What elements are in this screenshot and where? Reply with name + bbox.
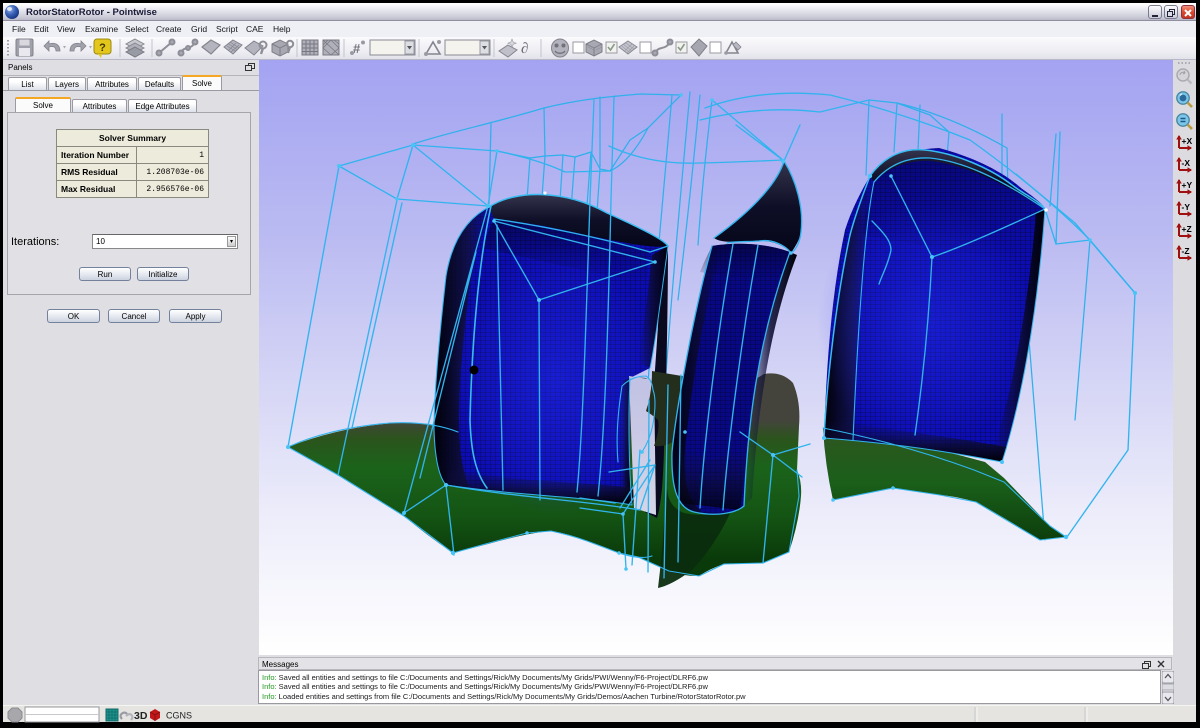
svg-text:+Z: +Z <box>1182 224 1192 234</box>
svg-text:-X: -X <box>1182 158 1191 168</box>
svg-text:-Y: -Y <box>1182 202 1191 212</box>
svg-text:?: ? <box>99 42 106 54</box>
svg-text:+Y: +Y <box>1182 180 1193 190</box>
svg-text:-Z: -Z <box>1182 246 1190 256</box>
svg-text:+X: +X <box>1182 136 1193 146</box>
svg-text:3D: 3D <box>134 710 148 722</box>
svg-text:∂: ∂ <box>521 41 528 57</box>
svg-text:#: # <box>353 41 361 56</box>
svg-text:CGNS: CGNS <box>166 711 192 721</box>
